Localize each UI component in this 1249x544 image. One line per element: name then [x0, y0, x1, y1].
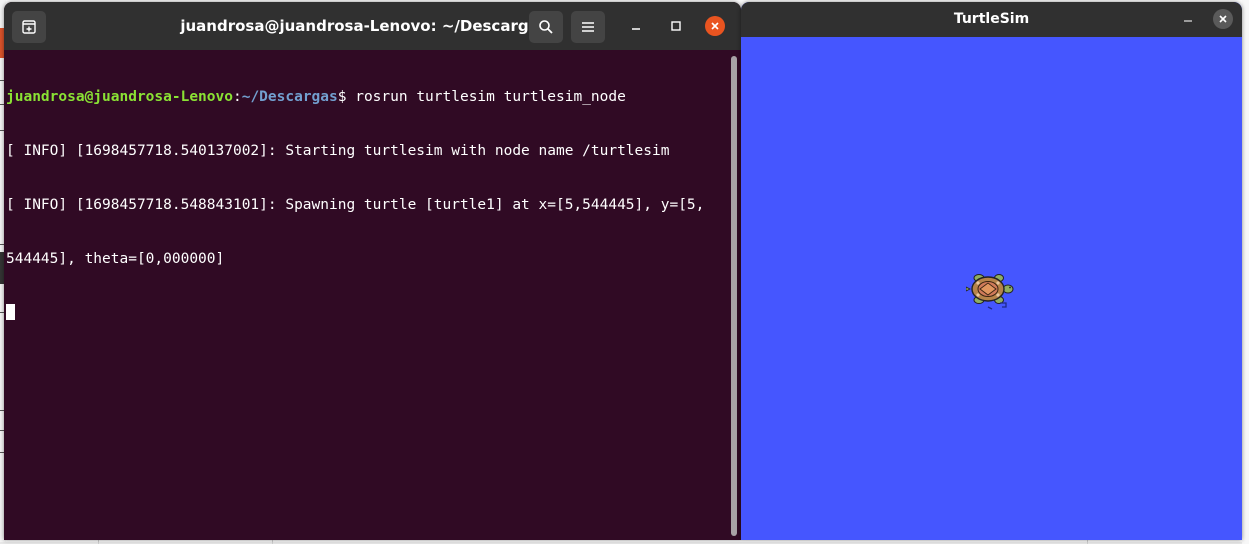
terminal-window[interactable]: juandrosa@juandrosa-Lenovo: ~/Descargas: [4, 2, 741, 540]
desktop: juandrosa@juandrosa-Lenovo: ~/Descargas: [0, 0, 1249, 544]
terminal-titlebar[interactable]: juandrosa@juandrosa-Lenovo: ~/Descargas: [4, 2, 741, 50]
close-icon: [711, 22, 719, 30]
new-tab-icon: [22, 20, 36, 34]
prompt-separator: :: [232, 89, 242, 105]
text-cursor: [6, 304, 15, 320]
search-button[interactable]: [529, 11, 563, 43]
close-button[interactable]: [705, 16, 725, 36]
turtlesim-titlebar[interactable]: TurtleSim: [741, 2, 1242, 37]
turtlesim-minimize-button[interactable]: [1179, 10, 1197, 28]
turtlesim-close-button[interactable]: [1213, 9, 1233, 29]
turtlesim-canvas: [741, 37, 1242, 540]
terminal-output[interactable]: juandrosa@juandrosa-Lenovo:~/Descargas$ …: [6, 52, 728, 538]
output-line: 544445], theta=[0,000000]: [6, 251, 225, 267]
minimize-button[interactable]: [626, 16, 646, 36]
turtlesim-window[interactable]: TurtleSim: [741, 2, 1242, 540]
turtle-icon: [966, 274, 1014, 310]
maximize-button[interactable]: [666, 16, 686, 36]
close-icon: [1219, 15, 1227, 23]
prompt-symbol: $: [337, 89, 356, 105]
terminal-scrollbar[interactable]: [731, 56, 737, 536]
maximize-icon: [671, 21, 681, 31]
new-tab-button[interactable]: [12, 11, 46, 43]
background-window-edge: [1242, 0, 1249, 544]
prompt-path: ~/Descargas: [241, 89, 338, 105]
terminal-title: juandrosa@juandrosa-Lenovo: ~/Descargas: [180, 17, 548, 35]
output-line: [ INFO] [1698457718.540137002]: Starting…: [6, 143, 670, 159]
hamburger-menu-icon: [582, 22, 594, 32]
menu-button[interactable]: [571, 11, 605, 43]
command-line: juandrosa@juandrosa-Lenovo:~/Descargas$ …: [6, 88, 728, 106]
prompt-user: juandrosa@juandrosa-Lenovo: [6, 89, 233, 105]
minimize-icon: [1184, 20, 1192, 22]
command-text: rosrun turtlesim turtlesim_node: [355, 89, 626, 105]
search-icon: [539, 20, 553, 34]
output-line: [ INFO] [1698457718.548843101]: Spawning…: [6, 197, 705, 213]
turtlesim-title: TurtleSim: [953, 11, 1030, 27]
minimize-icon: [632, 28, 640, 30]
cursor-line: [6, 304, 728, 322]
